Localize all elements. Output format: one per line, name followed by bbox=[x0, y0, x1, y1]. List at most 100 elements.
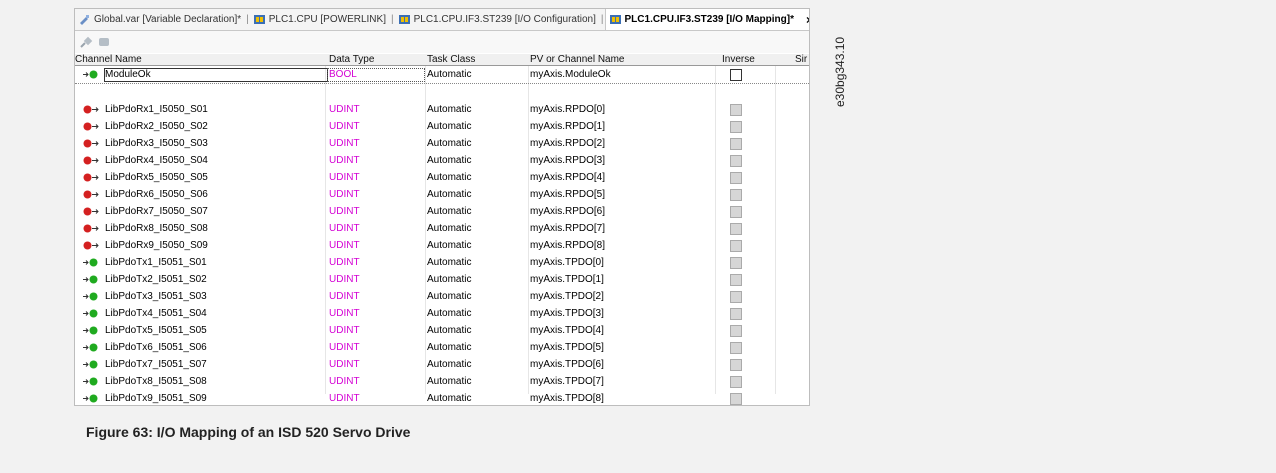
table-row[interactable]: LibPdoRx8_I5050_S08 UDINT Automatic myAxis.… bbox=[75, 220, 809, 237]
pv-name[interactable]: myAxis.ModuleOk bbox=[530, 66, 611, 83]
channel-name[interactable]: LibPdoRx5_I5050_S05 bbox=[105, 169, 208, 186]
table-row[interactable]: LibPdoTx3_I5051_S03 UDINT Automatic myAxis.… bbox=[75, 288, 809, 305]
table-row[interactable]: LibPdoRx7_I5050_S07 UDINT Automatic myAxis.… bbox=[75, 203, 809, 220]
channel-name[interactable]: LibPdoTx1_I5051_S01 bbox=[105, 254, 207, 271]
table-row[interactable]: LibPdoRx1_I5050_S01 UDINT Automatic myAxis.… bbox=[75, 101, 809, 118]
pv-name[interactable]: myAxis.TPDO[1] bbox=[530, 271, 604, 288]
table-row[interactable]: LibPdoTx4_I5051_S04 UDINT Automatic myAxis.… bbox=[75, 305, 809, 322]
task-class[interactable]: Automatic bbox=[427, 305, 471, 322]
channel-name[interactable]: LibPdoRx7_I5050_S07 bbox=[105, 203, 208, 220]
table-row[interactable]: LibPdoRx4_I5050_S04 UDINT Automatic myAxis.… bbox=[75, 152, 809, 169]
pv-name[interactable]: myAxis.TPDO[0] bbox=[530, 254, 604, 271]
pv-name[interactable]: myAxis.RPDO[8] bbox=[530, 237, 605, 254]
pv-name[interactable]: myAxis.TPDO[7] bbox=[530, 373, 604, 390]
table-row[interactable]: LibPdoTx5_I5051_S05 UDINT Automatic myAxis.… bbox=[75, 322, 809, 339]
inverse-checkbox[interactable] bbox=[730, 69, 742, 87]
data-type[interactable]: UDINT bbox=[329, 220, 360, 237]
pv-name[interactable]: myAxis.TPDO[2] bbox=[530, 288, 604, 305]
header-channel-name[interactable]: Channel Name bbox=[75, 54, 142, 65]
header-more[interactable]: Sir bbox=[795, 54, 807, 65]
task-class[interactable]: Automatic bbox=[427, 101, 471, 118]
pv-name[interactable]: myAxis.RPDO[1] bbox=[530, 118, 605, 135]
data-type[interactable]: UDINT bbox=[329, 118, 360, 135]
data-type[interactable]: UDINT bbox=[329, 135, 360, 152]
channel-name[interactable]: LibPdoRx1_I5050_S01 bbox=[105, 101, 208, 118]
channel-name[interactable]: LibPdoTx3_I5051_S03 bbox=[105, 288, 207, 305]
channel-name[interactable]: ModuleOk bbox=[105, 66, 151, 83]
pv-name[interactable]: myAxis.RPDO[6] bbox=[530, 203, 605, 220]
table-row[interactable]: LibPdoRx5_I5050_S05 UDINT Automatic myAxis.… bbox=[75, 169, 809, 186]
table-row[interactable]: LibPdoTx1_I5051_S01 UDINT Automatic myAxis.… bbox=[75, 254, 809, 271]
data-type[interactable]: BOOL bbox=[329, 66, 357, 83]
pv-name[interactable]: myAxis.TPDO[5] bbox=[530, 339, 604, 356]
task-class[interactable]: Automatic bbox=[427, 135, 471, 152]
data-type[interactable]: UDINT bbox=[329, 373, 360, 390]
task-class[interactable]: Automatic bbox=[427, 66, 471, 83]
table-row[interactable]: LibPdoRx2_I5050_S02 UDINT Automatic myAxis.… bbox=[75, 118, 809, 135]
data-type[interactable]: UDINT bbox=[329, 271, 360, 288]
task-class[interactable]: Automatic bbox=[427, 356, 471, 373]
channel-name[interactable]: LibPdoTx6_I5051_S06 bbox=[105, 339, 207, 356]
data-type[interactable]: UDINT bbox=[329, 186, 360, 203]
data-type[interactable]: UDINT bbox=[329, 305, 360, 322]
tab-powerlink[interactable]: PLC1.CPU [POWERLINK] bbox=[250, 9, 390, 30]
close-tab-icon[interactable]: × bbox=[806, 13, 809, 27]
task-class[interactable]: Automatic bbox=[427, 169, 471, 186]
tab-io-configuration[interactable]: PLC1.CPU.IF3.ST239 [I/O Configuration] bbox=[395, 9, 600, 30]
table-row[interactable]: LibPdoTx7_I5051_S07 UDINT Automatic myAxis.… bbox=[75, 356, 809, 373]
data-type[interactable]: UDINT bbox=[329, 169, 360, 186]
table-row[interactable]: LibPdoRx6_I5050_S06 UDINT Automatic myAxis.… bbox=[75, 186, 809, 203]
task-class[interactable]: Automatic bbox=[427, 390, 471, 405]
table-row[interactable]: ModuleOk BOOL Automatic myAxis.ModuleOk bbox=[75, 66, 809, 84]
table-row[interactable]: LibPdoRx3_I5050_S03 UDINT Automatic myAxis.… bbox=[75, 135, 809, 152]
channel-name[interactable]: LibPdoRx2_I5050_S02 bbox=[105, 118, 208, 135]
data-type[interactable]: UDINT bbox=[329, 254, 360, 271]
data-type[interactable]: UDINT bbox=[329, 203, 360, 220]
channel-name[interactable]: LibPdoTx5_I5051_S05 bbox=[105, 322, 207, 339]
data-type[interactable]: UDINT bbox=[329, 322, 360, 339]
task-class[interactable]: Automatic bbox=[427, 203, 471, 220]
task-class[interactable]: Automatic bbox=[427, 373, 471, 390]
connect-icon[interactable] bbox=[79, 35, 93, 49]
channel-name[interactable]: LibPdoTx7_I5051_S07 bbox=[105, 356, 207, 373]
task-class[interactable]: Automatic bbox=[427, 288, 471, 305]
table-row[interactable]: LibPdoTx9_I5051_S09 UDINT Automatic myAxis.… bbox=[75, 390, 809, 405]
data-type[interactable]: UDINT bbox=[329, 288, 360, 305]
task-class[interactable]: Automatic bbox=[427, 254, 471, 271]
pv-name[interactable]: myAxis.RPDO[0] bbox=[530, 101, 605, 118]
data-type[interactable]: UDINT bbox=[329, 152, 360, 169]
pv-name[interactable]: myAxis.TPDO[4] bbox=[530, 322, 604, 339]
pv-name[interactable]: myAxis.RPDO[7] bbox=[530, 220, 605, 237]
task-class[interactable]: Automatic bbox=[427, 322, 471, 339]
channel-name[interactable]: LibPdoRx3_I5050_S03 bbox=[105, 135, 208, 152]
task-class[interactable]: Automatic bbox=[427, 118, 471, 135]
channel-name[interactable]: LibPdoRx8_I5050_S08 bbox=[105, 220, 208, 237]
table-row[interactable]: LibPdoRx9_I5050_S09 UDINT Automatic myAxis.… bbox=[75, 237, 809, 254]
channel-name[interactable]: LibPdoRx6_I5050_S06 bbox=[105, 186, 208, 203]
task-class[interactable]: Automatic bbox=[427, 186, 471, 203]
header-task-class[interactable]: Task Class bbox=[427, 54, 475, 65]
tab-io-mapping[interactable]: PLC1.CPU.IF3.ST239 [I/O Mapping]* × bbox=[604, 9, 809, 30]
pv-name[interactable]: myAxis.RPDO[4] bbox=[530, 169, 605, 186]
channel-name[interactable]: LibPdoRx4_I5050_S04 bbox=[105, 152, 208, 169]
data-type[interactable]: UDINT bbox=[329, 339, 360, 356]
pv-name[interactable]: myAxis.RPDO[3] bbox=[530, 152, 605, 169]
data-type[interactable]: UDINT bbox=[329, 101, 360, 118]
pv-name[interactable]: myAxis.RPDO[2] bbox=[530, 135, 605, 152]
table-row[interactable]: LibPdoTx6_I5051_S06 UDINT Automatic myAxis.… bbox=[75, 339, 809, 356]
header-pv-name[interactable]: PV or Channel Name bbox=[530, 54, 625, 65]
task-class[interactable]: Automatic bbox=[427, 339, 471, 356]
task-class[interactable]: Automatic bbox=[427, 152, 471, 169]
tab-global-var[interactable]: Global.var [Variable Declaration]* bbox=[75, 9, 245, 30]
data-type[interactable]: UDINT bbox=[329, 237, 360, 254]
pv-name[interactable]: myAxis.TPDO[3] bbox=[530, 305, 604, 322]
pv-name[interactable]: myAxis.TPDO[6] bbox=[530, 356, 604, 373]
disconnect-icon[interactable] bbox=[97, 35, 111, 49]
pv-name[interactable]: myAxis.RPDO[5] bbox=[530, 186, 605, 203]
data-type[interactable]: UDINT bbox=[329, 356, 360, 373]
table-row[interactable]: LibPdoTx2_I5051_S02 UDINT Automatic myAxis.… bbox=[75, 271, 809, 288]
data-type[interactable]: UDINT bbox=[329, 390, 360, 405]
table-row[interactable]: LibPdoTx8_I5051_S08 UDINT Automatic myAxis.… bbox=[75, 373, 809, 390]
pv-name[interactable]: myAxis.TPDO[8] bbox=[530, 390, 604, 405]
task-class[interactable]: Automatic bbox=[427, 220, 471, 237]
